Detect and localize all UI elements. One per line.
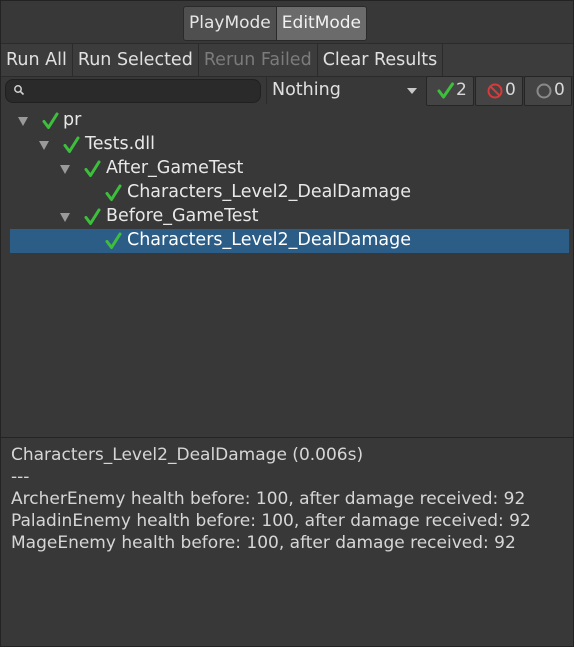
rerun-failed-button[interactable]: Rerun Failed [199, 44, 318, 76]
output-line: MageEnemy health before: 100, after dama… [11, 533, 516, 553]
failed-count: 0 [505, 80, 516, 100]
tree-row-fixture[interactable]: Before_GameTest [1, 205, 573, 229]
tree-label-test: Characters_Level2_DealDamage [127, 182, 412, 202]
skipped-icon [536, 83, 552, 99]
tree-label-test: Characters_Level2_DealDamage [127, 230, 412, 250]
expand-triangle-icon[interactable] [39, 141, 49, 150]
clear-results-button[interactable]: Clear Results [318, 44, 444, 76]
tab-playmode[interactable]: PlayMode [184, 7, 276, 40]
tree-label-fixture: After_GameTest [106, 158, 244, 178]
passed-icon [42, 112, 59, 129]
category-dropdown[interactable]: Nothing [266, 77, 423, 104]
expand-triangle-icon[interactable] [18, 117, 28, 126]
tree-label-assembly: Tests.dll [85, 134, 155, 154]
tree-row-test[interactable]: Characters_Level2_DealDamage [1, 181, 573, 205]
passed-icon [63, 136, 80, 153]
filter-row: Nothing 2 0 0 [1, 76, 573, 106]
tab-editmode[interactable]: EditMode [275, 7, 367, 40]
test-output-panel: Characters_Level2_DealDamage (0.006s) --… [1, 438, 573, 646]
skipped-filter-toggle[interactable]: 0 [524, 76, 572, 106]
toolbar: Run All Run Selected Rerun Failed Clear … [1, 43, 573, 77]
tree-row-assembly[interactable]: Tests.dll [1, 133, 573, 157]
passed-icon [105, 184, 122, 201]
passed-icon [105, 232, 122, 249]
passed-count: 2 [456, 80, 467, 100]
tree-row-test-selected[interactable]: Characters_Level2_DealDamage [10, 229, 569, 253]
mode-tabs: PlayMode EditMode [183, 6, 368, 41]
expand-triangle-icon[interactable] [60, 213, 70, 222]
failed-filter-toggle[interactable]: 0 [475, 76, 523, 106]
tree-label-fixture: Before_GameTest [106, 206, 259, 226]
run-all-button[interactable]: Run All [1, 44, 73, 76]
output-separator: --- [11, 467, 30, 487]
passed-icon [84, 160, 101, 177]
expand-triangle-icon[interactable] [60, 165, 70, 174]
output-title: Characters_Level2_DealDamage (0.006s) [11, 445, 364, 465]
mode-bar: PlayMode EditMode [1, 1, 573, 41]
passed-icon [437, 82, 454, 99]
passed-icon [84, 208, 101, 225]
category-dropdown-value: Nothing [272, 80, 341, 100]
test-runner-window: PlayMode EditMode Run All Run Selected R… [0, 0, 574, 647]
tree-row-root[interactable]: pr [1, 109, 573, 133]
test-tree: pr Tests.dll After_GameTest Characters_L… [1, 107, 573, 437]
passed-filter-toggle[interactable]: 2 [426, 76, 474, 106]
failed-icon [487, 83, 503, 99]
dropdown-arrow-icon [407, 88, 417, 94]
search-field[interactable] [5, 79, 261, 103]
search-input[interactable] [28, 81, 258, 101]
run-selected-button[interactable]: Run Selected [73, 44, 199, 76]
tree-label-root: pr [63, 110, 82, 130]
output-line: ArcherEnemy health before: 100, after da… [11, 489, 526, 509]
search-icon [14, 85, 25, 96]
tree-row-fixture[interactable]: After_GameTest [1, 157, 573, 181]
skipped-count: 0 [554, 80, 565, 100]
output-line: PaladinEnemy health before: 100, after d… [11, 511, 531, 531]
